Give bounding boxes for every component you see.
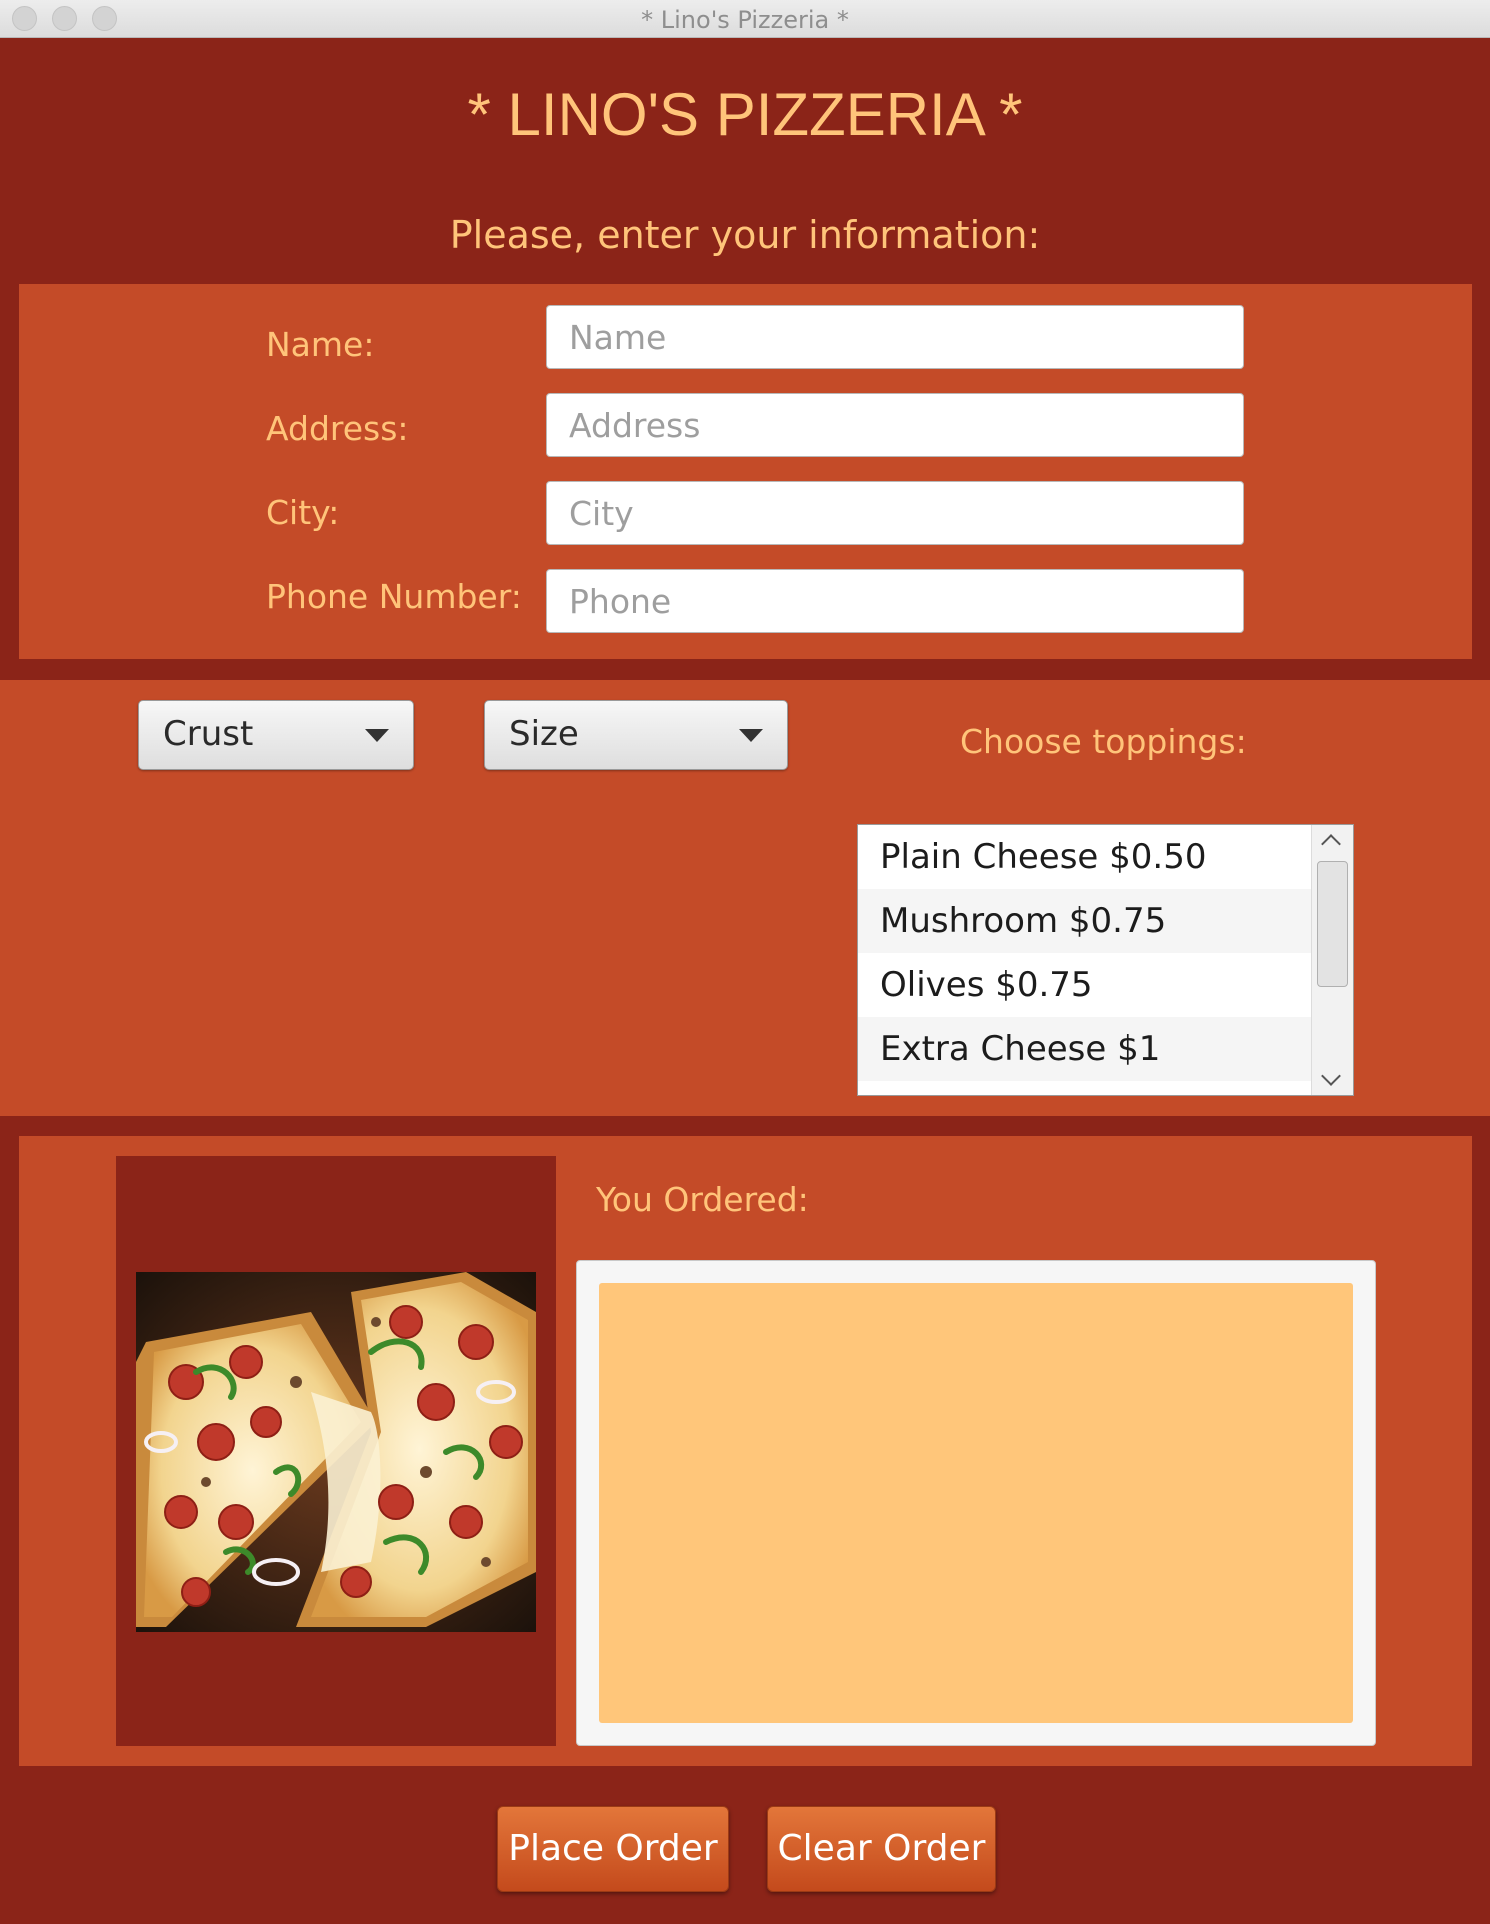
- phone-label: Phone Number:: [266, 577, 522, 616]
- toppings-list[interactable]: Plain Cheese $0.50 Mushroom $0.75 Olives…: [857, 824, 1354, 1096]
- city-input[interactable]: [546, 481, 1244, 545]
- topping-item[interactable]: Olives $0.75: [858, 953, 1311, 1017]
- size-dropdown-label: Size: [509, 714, 579, 754]
- topping-item[interactable]: Plain Cheese $0.50: [858, 825, 1311, 889]
- chevron-up-icon[interactable]: [1321, 834, 1341, 854]
- window-titlebar: * Lino's Pizzeria *: [0, 0, 1490, 38]
- chevron-down-icon: [739, 729, 763, 742]
- address-label: Address:: [266, 409, 409, 448]
- chevron-down-icon[interactable]: [1321, 1066, 1341, 1086]
- order-summary-textarea[interactable]: [599, 1283, 1353, 1723]
- toppings-scrollbar[interactable]: [1311, 825, 1353, 1095]
- crust-dropdown[interactable]: Crust: [138, 700, 414, 770]
- name-label: Name:: [266, 325, 375, 364]
- address-input[interactable]: [546, 393, 1244, 457]
- toppings-label: Choose toppings:: [960, 722, 1247, 761]
- crust-dropdown-label: Crust: [163, 714, 254, 754]
- scrollbar-thumb[interactable]: [1317, 861, 1348, 987]
- city-label: City:: [266, 493, 340, 532]
- phone-input[interactable]: [546, 569, 1244, 633]
- pizza-image-frame: [116, 1156, 556, 1746]
- order-summary-frame: [576, 1260, 1376, 1746]
- topping-item[interactable]: Extra Cheese $1: [858, 1017, 1311, 1081]
- app-title: * LINO'S PIZZERIA *: [467, 81, 1023, 148]
- chevron-down-icon: [365, 729, 389, 742]
- place-order-button[interactable]: Place Order: [497, 1806, 729, 1892]
- window-title: * Lino's Pizzeria *: [641, 6, 849, 34]
- pizza-image: [136, 1272, 536, 1632]
- clear-order-button[interactable]: Clear Order: [767, 1806, 996, 1892]
- topping-item[interactable]: Mushroom $0.75: [858, 889, 1311, 953]
- info-prompt: Please, enter your information:: [449, 213, 1041, 257]
- order-summary-label: You Ordered:: [596, 1180, 809, 1219]
- name-input[interactable]: [546, 305, 1244, 369]
- size-dropdown[interactable]: Size: [484, 700, 788, 770]
